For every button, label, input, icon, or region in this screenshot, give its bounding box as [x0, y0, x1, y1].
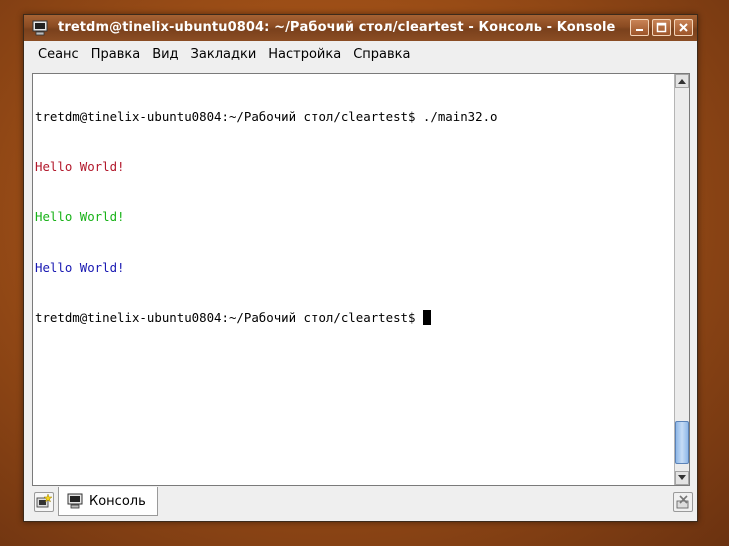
arrow-up-icon [678, 79, 686, 84]
menu-settings[interactable]: Настройка [262, 44, 347, 66]
menu-edit[interactable]: Правка [85, 44, 146, 66]
konsole-icon [32, 20, 48, 36]
terminal-cursor [422, 310, 431, 326]
menu-help[interactable]: Справка [347, 44, 416, 66]
terminal-line-text: tretdm@tinelix-ubuntu0804:~/Рабочий стол… [35, 108, 498, 124]
konsole-window: tretdm@tinelix-ubuntu0804: ~/Рабочий сто… [23, 14, 698, 522]
terminal-line-text: Hello World! [35, 158, 125, 174]
terminal-area[interactable]: tretdm@tinelix-ubuntu0804:~/Рабочий стол… [32, 73, 690, 486]
menu-bar: Сеанс Правка Вид Закладки Настройка Спра… [24, 41, 697, 69]
new-tab-button[interactable] [34, 492, 54, 512]
terminal-output: tretdm@tinelix-ubuntu0804:~/Рабочий стол… [35, 75, 498, 361]
terminal-line: tretdm@tinelix-ubuntu0804:~/Рабочий стол… [35, 109, 498, 126]
terminal-line-text: Hello World! [35, 259, 125, 275]
close-icon [679, 23, 688, 32]
tab-bar: Консоль [24, 487, 697, 521]
terminal-line: tretdm@tinelix-ubuntu0804:~/Рабочий стол… [35, 310, 498, 327]
close-button[interactable] [674, 19, 693, 36]
menu-view[interactable]: Вид [146, 44, 184, 66]
arrow-down-icon [678, 475, 686, 480]
menu-session[interactable]: Сеанс [32, 44, 85, 66]
tab-label: Консоль [89, 493, 146, 509]
terminal-prompt: tretdm@tinelix-ubuntu0804:~/Рабочий стол… [35, 310, 423, 326]
terminal-line: Hello World! [35, 159, 498, 176]
menu-bookmarks[interactable]: Закладки [185, 44, 263, 66]
minimize-icon [636, 29, 643, 31]
new-session-icon [36, 493, 53, 508]
scroll-down-button[interactable] [675, 471, 689, 485]
close-session-icon [676, 495, 689, 509]
window-title: tretdm@tinelix-ubuntu0804: ~/Рабочий сто… [58, 20, 616, 35]
scrollbar-thumb[interactable] [675, 421, 689, 464]
terminal-line: Hello World! [35, 260, 498, 277]
konsole-icon [67, 493, 83, 509]
terminal-line: Hello World! [35, 209, 498, 226]
title-bar[interactable]: tretdm@tinelix-ubuntu0804: ~/Рабочий сто… [24, 15, 697, 41]
scroll-up-button[interactable] [675, 74, 689, 88]
tab-console[interactable]: Консоль [58, 487, 158, 516]
maximize-icon [656, 22, 667, 33]
terminal-line-text: Hello World! [35, 209, 125, 225]
maximize-button[interactable] [652, 19, 671, 36]
close-tab-button[interactable] [673, 492, 693, 512]
minimize-button[interactable] [630, 19, 649, 36]
vertical-scrollbar[interactable] [674, 74, 689, 485]
